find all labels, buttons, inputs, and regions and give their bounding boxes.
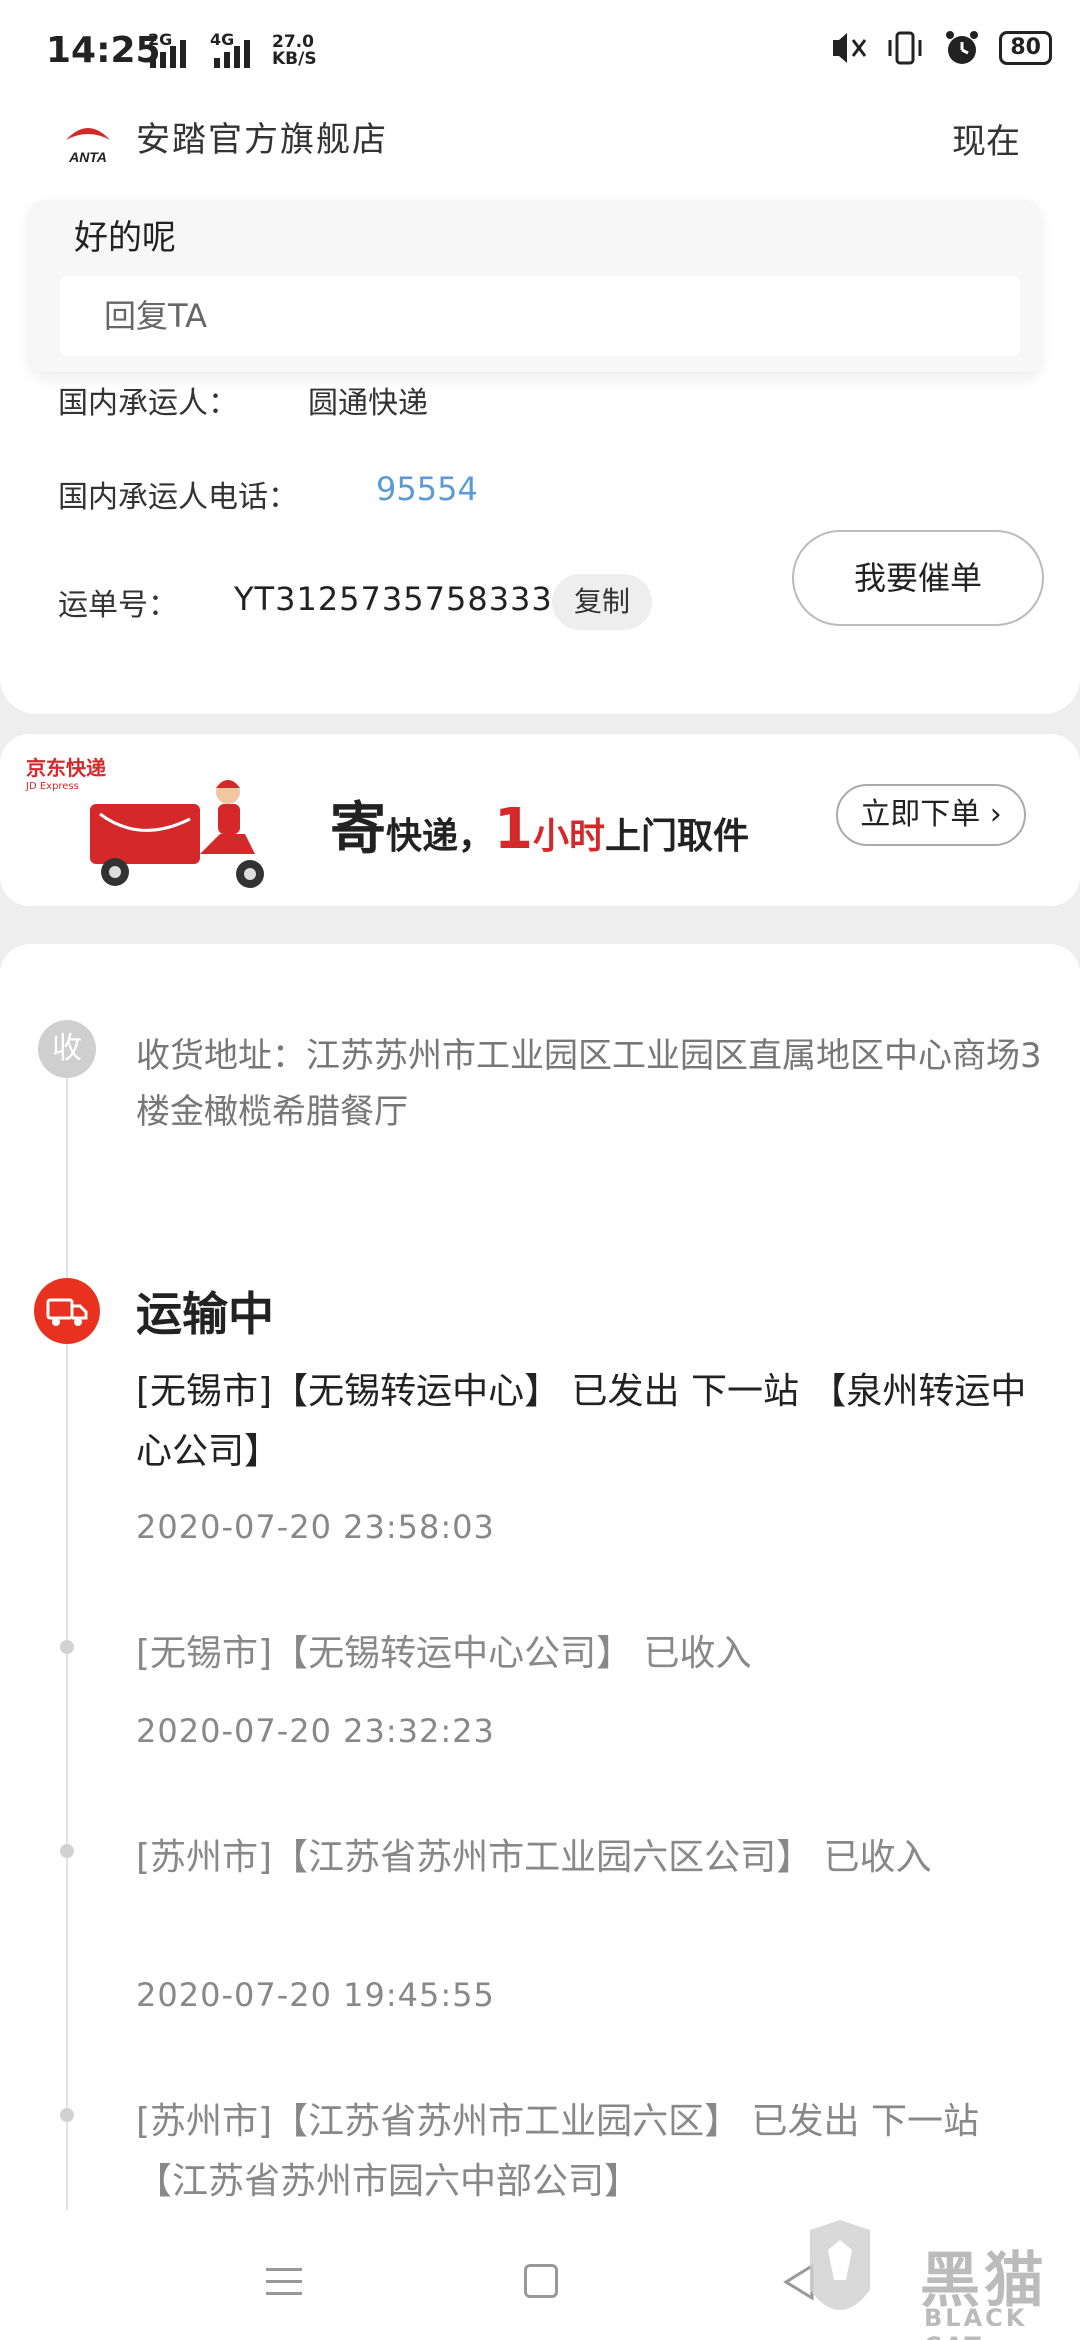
anta-logo-text: ANTA bbox=[68, 149, 107, 165]
carrier-row: 国内承运人： 圆通快递 bbox=[58, 378, 428, 422]
net-speed: 27.0 KB/S bbox=[272, 34, 317, 68]
alarm-icon bbox=[946, 31, 979, 64]
tracking-event-text: [无锡市]【无锡转运中心公司】 已收入 bbox=[136, 1633, 752, 1674]
battery-indicator: 80 bbox=[999, 31, 1052, 65]
slogan-part-1: 寄 bbox=[330, 797, 386, 862]
banner-slogan: 寄快递，1小时上门取件 bbox=[330, 784, 749, 865]
tracking-event-text: [苏州市]【江苏省苏州市工业园六区公司】 已收入 bbox=[136, 1837, 932, 1878]
tracking-event-text: [无锡市]【无锡转运中心】 已发出 下一站 【泉州转运中心公司】 bbox=[136, 1371, 1027, 1472]
waybill-row: 运单号： YT3125735758333 复制 bbox=[58, 574, 652, 630]
waybill-label: 运单号： bbox=[58, 588, 178, 623]
tracking-event-time: 2020-07-20 19:45:55 bbox=[136, 1976, 495, 2014]
carrier-label: 国内承运人： bbox=[58, 386, 238, 421]
truck-icon bbox=[34, 1278, 100, 1344]
message-time: 现在 bbox=[952, 122, 1020, 162]
timeline-line bbox=[66, 1060, 68, 2210]
status-time: 14:25 bbox=[46, 30, 161, 71]
status-bar: 14:25 2G 4G 27.0 KB/S 80 bbox=[0, 0, 1080, 90]
slogan-part-4: 小时 bbox=[532, 816, 605, 857]
anta-logo: ANTA bbox=[66, 128, 110, 165]
tracking-event-time: 2020-07-20 23:32:23 bbox=[136, 1712, 495, 1750]
tracking-status: 运输中 bbox=[136, 1287, 274, 1341]
carrier-value: 圆通快递 bbox=[308, 386, 428, 421]
jd-express-banner[interactable]: 京东快递 JD Express 寄快递，1小时上门取件 立即下单 › bbox=[0, 734, 1080, 906]
slogan-part-5: 上门取件 bbox=[605, 816, 750, 857]
urge-order-button[interactable]: 我要催单 bbox=[792, 530, 1044, 626]
sim2-signal-icon bbox=[214, 40, 250, 68]
order-now-button[interactable]: 立即下单 › bbox=[836, 784, 1026, 846]
shipping-info-card: 好的呢 回复TA 国内承运人： 圆通快递 国内承运人电话： 95554 运单号：… bbox=[0, 200, 1080, 714]
timeline-dot bbox=[60, 1844, 74, 1858]
carrier-phone-link[interactable]: 95554 bbox=[376, 470, 478, 508]
vibrate-icon bbox=[888, 31, 922, 65]
reply-input[interactable]: 回复TA bbox=[60, 276, 1020, 356]
menu-icon[interactable] bbox=[266, 2268, 302, 2304]
timeline-dot bbox=[60, 1640, 74, 1654]
store-title[interactable]: 安踏官方旗舰店 bbox=[136, 112, 388, 161]
timeline-dot bbox=[60, 2108, 74, 2122]
delivery-tricycle-icon bbox=[90, 780, 264, 888]
reply-popup: 好的呢 回复TA bbox=[30, 200, 1040, 372]
slogan-part-3: 1 bbox=[494, 797, 533, 862]
net-speed-unit: KB/S bbox=[272, 49, 317, 69]
watermark-subtitle: BLACK CAT bbox=[924, 2304, 1028, 2340]
mute-vibrate-icon bbox=[833, 33, 867, 63]
reply-message: 好的呢 bbox=[74, 218, 176, 258]
carrier-phone-label: 国内承运人电话： bbox=[58, 480, 298, 515]
chat-header: ANTA 安踏官方旗舰店 现在 bbox=[0, 90, 1080, 200]
tracking-event-time: 2020-07-20 23:58:03 bbox=[136, 1508, 495, 1546]
sim1-signal-icon bbox=[150, 40, 186, 68]
home-icon[interactable] bbox=[524, 2264, 558, 2298]
waybill-number: YT3125735758333 bbox=[234, 580, 553, 618]
slogan-part-2: 快递， bbox=[386, 816, 495, 857]
delivery-address: 收货地址：江苏苏州市工业园区工业园区直属地区中心商场3楼金橄榄希腊餐厅 bbox=[136, 1036, 1042, 1132]
address-badge: 收 bbox=[38, 1020, 96, 1078]
tracking-event-text: [苏州市]【江苏省苏州市工业园六区】 已发出 下一站 【江苏省苏州市园六中部公司… bbox=[136, 2101, 979, 2202]
copy-button[interactable]: 复制 bbox=[552, 574, 652, 630]
carrier-phone-row: 国内承运人电话： 95554 bbox=[58, 470, 478, 516]
